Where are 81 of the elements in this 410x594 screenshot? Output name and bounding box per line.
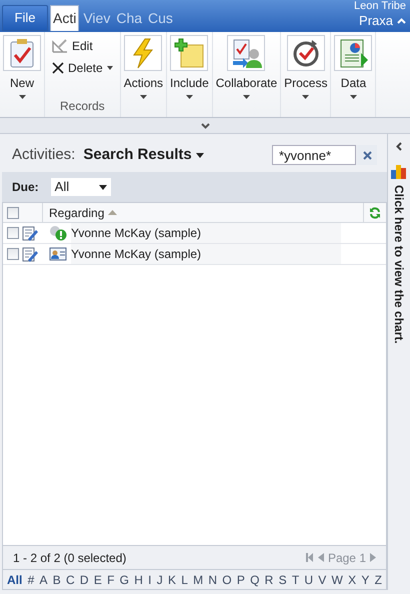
filter-label: Due: (12, 179, 39, 196)
pencil-ruler-icon (52, 39, 68, 53)
close-icon (52, 62, 64, 74)
ribbon-button[interactable]: Include (170, 35, 209, 117)
caret-down-icon (186, 95, 193, 99)
ribbon-button[interactable]: Edit (52, 36, 113, 56)
index-link[interactable]: S (278, 570, 287, 588)
index-link[interactable]: T (292, 570, 300, 588)
entity-label: Activities: (12, 144, 76, 165)
index-link[interactable]: W (332, 570, 343, 588)
clipboard-person-icon (230, 37, 262, 69)
first-page-icon[interactable] (304, 553, 314, 562)
regarding-link[interactable]: Yvonne McKay (sample) (71, 223, 341, 243)
caret-down-icon (242, 95, 250, 99)
ribbon-button[interactable]: Actions (124, 35, 164, 117)
caret-down-icon (196, 152, 204, 158)
index-link[interactable]: L (181, 570, 188, 588)
note-add-icon (173, 37, 206, 69)
task-pencil-icon (22, 246, 38, 262)
caret-down-icon (140, 95, 147, 99)
regarding-link[interactable]: Yvonne McKay (sample) (71, 244, 341, 264)
group-label: Records (59, 98, 106, 115)
search-field[interactable]: *yvonne* (272, 145, 356, 165)
caret-down-icon (98, 184, 107, 190)
ribbon-button[interactable]: Process (284, 35, 328, 117)
chevron-left-icon[interactable] (396, 142, 402, 151)
index-link[interactable]: E (94, 570, 102, 588)
ribbon-button[interactable]: Collaborate (216, 35, 278, 117)
index-link[interactable]: C (66, 570, 75, 588)
record-count: 1 - 2 of 2 (0 selected) (13, 550, 126, 566)
index-link[interactable]: K (168, 570, 176, 588)
previous-page-icon[interactable] (318, 553, 324, 562)
contact-card-icon (49, 247, 67, 261)
index-link[interactable]: V (318, 570, 326, 588)
index-link[interactable]: D (80, 570, 89, 588)
caret-down-icon (18, 95, 26, 99)
caret-down-icon (302, 95, 310, 99)
index-link[interactable]: O (222, 570, 232, 588)
index-link[interactable]: F (107, 570, 114, 588)
index-link[interactable]: I (148, 570, 152, 588)
checkbox[interactable] (7, 227, 19, 239)
index-link[interactable]: M (193, 570, 204, 588)
due-dropdown[interactable]: All (50, 178, 111, 196)
caret-down-icon (350, 95, 357, 99)
index-link[interactable]: U (304, 570, 314, 588)
index-link[interactable]: B (52, 570, 61, 588)
index-link[interactable]: # (28, 570, 34, 588)
ribbon-button[interactable]: New (3, 35, 41, 117)
index-link[interactable]: Y (361, 570, 370, 588)
index-link[interactable]: A (40, 570, 48, 588)
index-link[interactable]: H (134, 570, 143, 588)
index-link[interactable]: G (120, 570, 129, 588)
alert-badge-icon (49, 225, 67, 241)
index-link[interactable]: N (208, 570, 218, 588)
task-pencil-icon (22, 225, 38, 241)
collapse-icon[interactable] (397, 18, 406, 24)
bar-chart-icon (391, 163, 407, 179)
view-selector[interactable]: Search Results (83, 144, 204, 166)
next-page-icon[interactable] (370, 553, 376, 562)
page-number: Page 1 (328, 550, 366, 566)
close-icon[interactable] (362, 150, 372, 160)
index-link[interactable]: All (7, 570, 22, 588)
chevron-down-icon[interactable] (200, 122, 210, 128)
refresh-icon[interactable] (369, 206, 381, 218)
organization-name: Praxa (359, 14, 393, 28)
index-link[interactable]: J (156, 570, 163, 588)
ribbon-button[interactable]: Data (334, 35, 372, 117)
column-header[interactable]: Regarding (43, 203, 364, 222)
file-tab[interactable]: File (2, 5, 48, 31)
user-name[interactable]: Leon Tribe (354, 0, 406, 12)
checkbox[interactable] (7, 248, 19, 260)
ribbon-tab[interactable]: Acti (50, 5, 80, 31)
ribbon-button[interactable]: Delete (52, 58, 113, 78)
index-link[interactable]: Z (374, 570, 382, 588)
index-link[interactable]: Q (250, 570, 260, 588)
clear-search-button[interactable] (357, 145, 377, 165)
index-link[interactable]: X (348, 570, 356, 588)
index-link[interactable]: P (236, 570, 245, 588)
chart-pane-label: Click here to view the chart. (391, 185, 407, 344)
index-link[interactable]: R (264, 570, 274, 588)
checkbox[interactable] (7, 206, 19, 218)
